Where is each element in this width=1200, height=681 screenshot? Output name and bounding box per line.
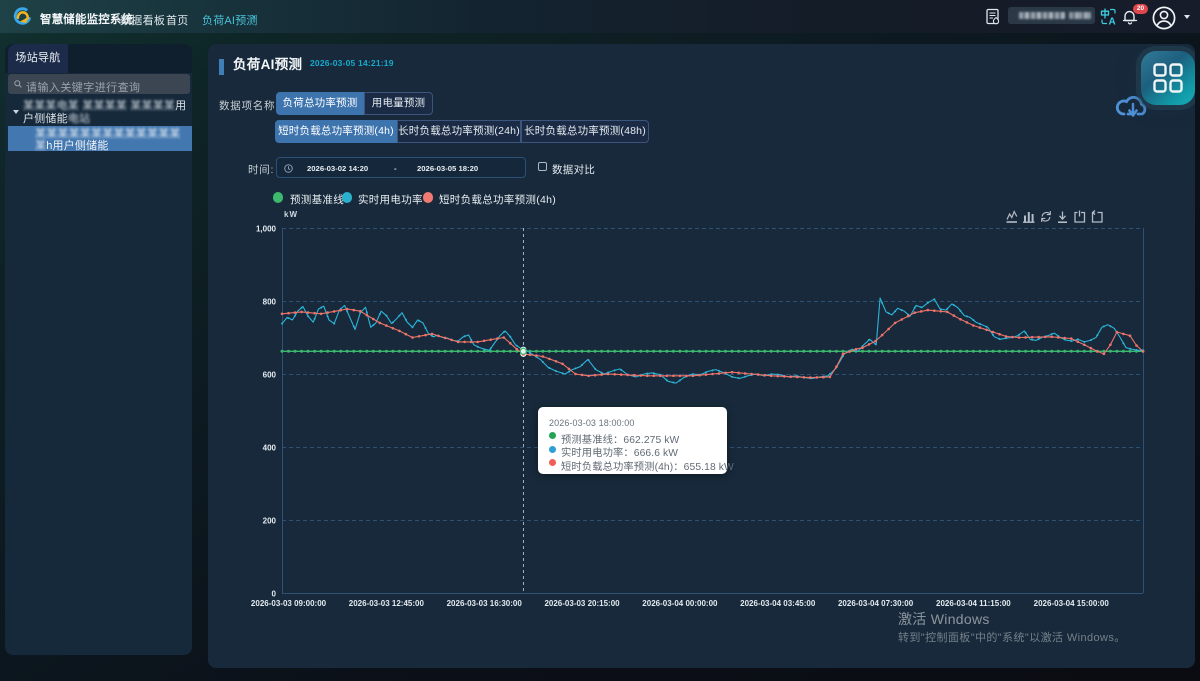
svg-text:kW: kW [284,210,298,219]
svg-text:1,000: 1,000 [256,224,277,233]
svg-text:200: 200 [263,516,277,525]
svg-text:2026-03-04 15:00:00: 2026-03-04 15:00:00 [1034,599,1110,608]
svg-text:600: 600 [263,370,277,379]
svg-text:400: 400 [263,443,277,452]
svg-text:2026-03-04 00:00:00: 2026-03-04 00:00:00 [642,599,718,608]
svg-text:A: A [1109,16,1116,25]
svg-text:800: 800 [263,297,277,306]
svg-text:2026-03-03 16:30:00: 2026-03-03 16:30:00 [447,599,523,608]
svg-text:2026-03-04 11:15:00: 2026-03-04 11:15:00 [936,599,1011,608]
svg-text:2026-03-04 03:45:00: 2026-03-04 03:45:00 [740,599,816,608]
svg-text:2026-03-04 07:30:00: 2026-03-04 07:30:00 [838,599,914,608]
svg-text:2026-03-03 09:00:00: 2026-03-03 09:00:00 [251,599,327,608]
svg-text:2026-03-03 20:15:00: 2026-03-03 20:15:00 [544,599,620,608]
svg-text:2026-03-03 12:45:00: 2026-03-03 12:45:00 [349,599,425,608]
svg-text:0: 0 [272,589,277,598]
